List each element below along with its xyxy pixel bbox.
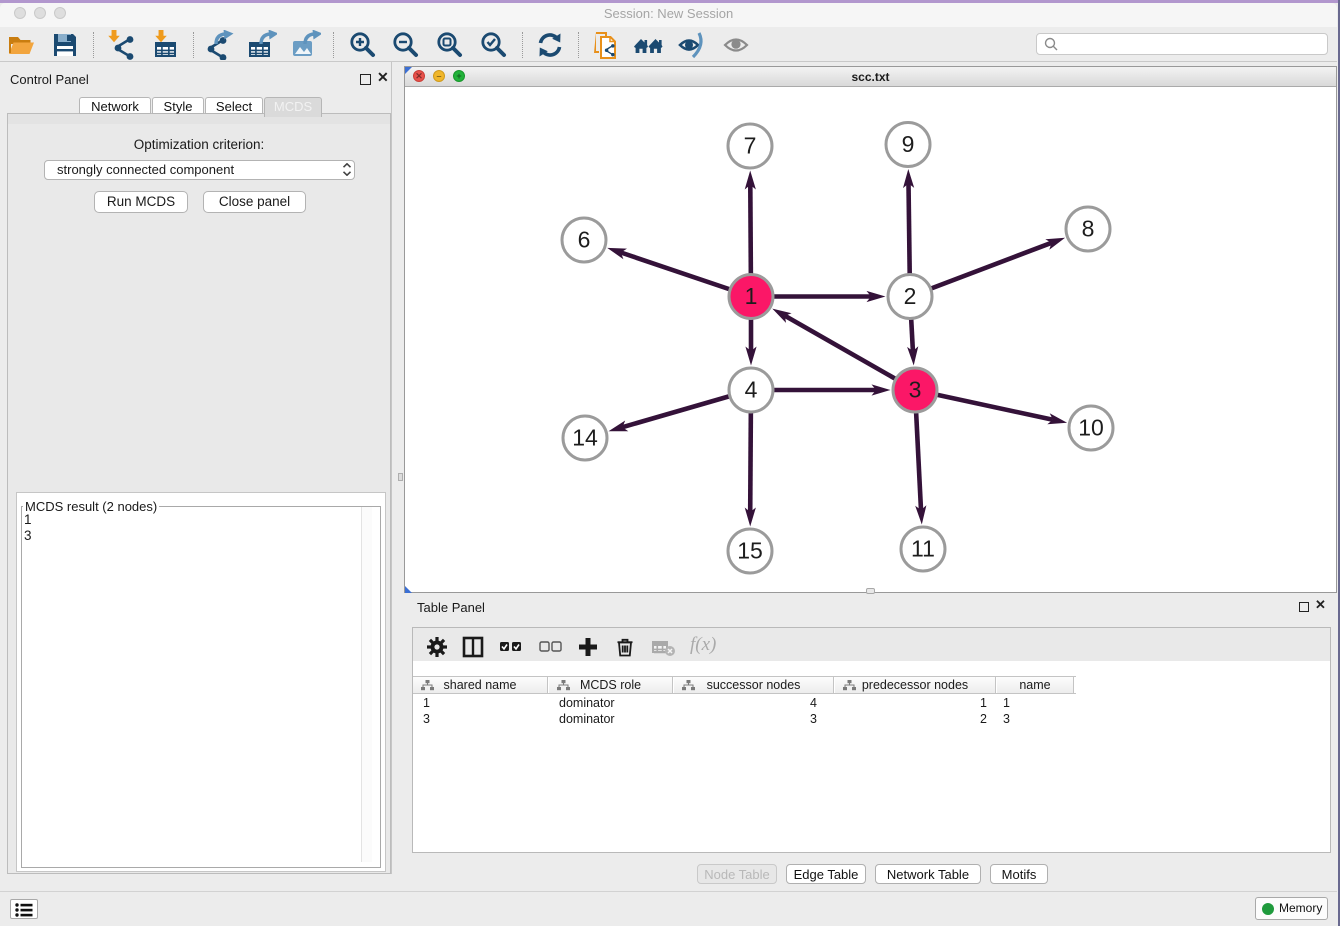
svg-text:6: 6 — [578, 227, 591, 253]
svg-text:15: 15 — [737, 538, 763, 564]
svg-text:8: 8 — [1082, 216, 1095, 242]
svg-text:7: 7 — [744, 133, 757, 159]
svg-text:11: 11 — [911, 536, 935, 562]
svg-text:1: 1 — [745, 283, 758, 309]
svg-text:10: 10 — [1078, 415, 1104, 441]
svg-text:14: 14 — [572, 425, 598, 451]
svg-text:4: 4 — [745, 377, 758, 403]
svg-text:3: 3 — [909, 377, 922, 403]
svg-text:2: 2 — [904, 283, 917, 309]
svg-text:9: 9 — [902, 131, 915, 157]
